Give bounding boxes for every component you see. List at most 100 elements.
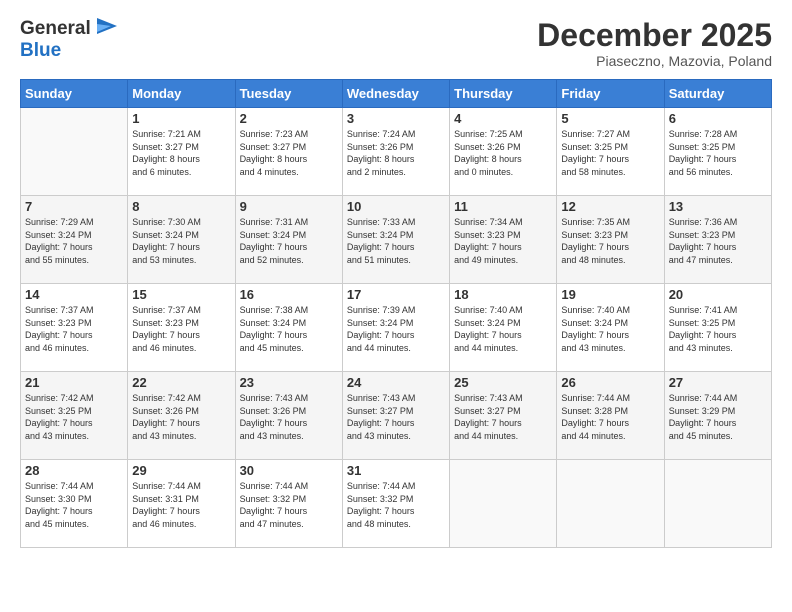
day-cell: 23 Sunrise: 7:43 AMSunset: 3:26 PMDayligh…	[235, 372, 342, 460]
day-number: 16	[240, 287, 338, 302]
day-number: 15	[132, 287, 230, 302]
calendar-subtitle: Piaseczno, Mazovia, Poland	[537, 53, 772, 69]
day-cell: 17 Sunrise: 7:39 AMSunset: 3:24 PMDayligh…	[342, 284, 449, 372]
day-cell: 1Sunrise: 7:21 AMSunset: 3:27 PMDaylight…	[128, 108, 235, 196]
day-cell: 14 Sunrise: 7:37 AMSunset: 3:23 PMDayligh…	[21, 284, 128, 372]
day-cell: 13Sunrise: 7:36 AMSunset: 3:23 PMDayligh…	[664, 196, 771, 284]
day-number: 22	[132, 375, 230, 390]
day-info: Sunrise: 7:36 AMSunset: 3:23 PMDaylight:…	[669, 216, 767, 266]
day-cell: 30 Sunrise: 7:44 AMSunset: 3:32 PMDayligh…	[235, 460, 342, 548]
day-info: Sunrise: 7:44 AMSunset: 3:32 PMDaylight:…	[240, 480, 338, 530]
header: General Blue December 2025 Piaseczno, Ma…	[20, 18, 772, 69]
day-number: 28	[25, 463, 123, 478]
day-number: 23	[240, 375, 338, 390]
col-monday: Monday	[128, 80, 235, 108]
calendar-title: December 2025	[537, 18, 772, 53]
day-info: Sunrise: 7:43 AMSunset: 3:27 PMDaylight:…	[454, 392, 552, 442]
day-number: 10	[347, 199, 445, 214]
calendar-table: Sunday Monday Tuesday Wednesday Thursday…	[20, 79, 772, 548]
day-cell: 15 Sunrise: 7:37 AMSunset: 3:23 PMDayligh…	[128, 284, 235, 372]
col-saturday: Saturday	[664, 80, 771, 108]
day-info: Sunrise: 7:43 AMSunset: 3:26 PMDaylight:…	[240, 392, 338, 442]
day-info: Sunrise: 7:44 AMSunset: 3:30 PMDaylight:…	[25, 480, 123, 530]
week-row-4: 21Sunrise: 7:42 AMSunset: 3:25 PMDayligh…	[21, 372, 772, 460]
col-wednesday: Wednesday	[342, 80, 449, 108]
day-cell: 9 Sunrise: 7:31 AMSunset: 3:24 PMDaylight…	[235, 196, 342, 284]
day-number: 27	[669, 375, 767, 390]
day-info: Sunrise: 7:37 AMSunset: 3:23 PMDaylight:…	[25, 304, 123, 354]
day-number: 14	[25, 287, 123, 302]
day-number: 6	[669, 111, 767, 126]
day-cell: 8 Sunrise: 7:30 AMSunset: 3:24 PMDaylight…	[128, 196, 235, 284]
day-number: 3	[347, 111, 445, 126]
day-number: 24	[347, 375, 445, 390]
day-cell: 5Sunrise: 7:27 AMSunset: 3:25 PMDaylight…	[557, 108, 664, 196]
day-number: 12	[561, 199, 659, 214]
day-cell	[664, 460, 771, 548]
header-row: Sunday Monday Tuesday Wednesday Thursday…	[21, 80, 772, 108]
day-number: 17	[347, 287, 445, 302]
day-cell: 4 Sunrise: 7:25 AMSunset: 3:26 PMDaylight…	[450, 108, 557, 196]
day-cell: 27 Sunrise: 7:44 AMSunset: 3:29 PMDayligh…	[664, 372, 771, 460]
logo-icon	[93, 18, 119, 40]
day-info: Sunrise: 7:37 AMSunset: 3:23 PMDaylight:…	[132, 304, 230, 354]
day-info: Sunrise: 7:38 AMSunset: 3:24 PMDaylight:…	[240, 304, 338, 354]
logo: General Blue	[20, 18, 119, 62]
day-number: 2	[240, 111, 338, 126]
col-sunday: Sunday	[21, 80, 128, 108]
week-row-2: 7 Sunrise: 7:29 AMSunset: 3:24 PMDaylight…	[21, 196, 772, 284]
page: General Blue December 2025 Piaseczno, Ma…	[0, 0, 792, 612]
day-number: 9	[240, 199, 338, 214]
day-cell: 24 Sunrise: 7:43 AMSunset: 3:27 PMDayligh…	[342, 372, 449, 460]
day-number: 25	[454, 375, 552, 390]
day-info: Sunrise: 7:23 AMSunset: 3:27 PMDaylight:…	[240, 128, 338, 178]
day-cell	[557, 460, 664, 548]
day-cell: 6Sunrise: 7:28 AMSunset: 3:25 PMDaylight…	[664, 108, 771, 196]
day-info: Sunrise: 7:40 AMSunset: 3:24 PMDaylight:…	[561, 304, 659, 354]
day-number: 19	[561, 287, 659, 302]
day-number: 18	[454, 287, 552, 302]
day-cell: 7 Sunrise: 7:29 AMSunset: 3:24 PMDaylight…	[21, 196, 128, 284]
logo-blue-text: Blue	[20, 40, 61, 62]
day-cell: 21Sunrise: 7:42 AMSunset: 3:25 PMDayligh…	[21, 372, 128, 460]
day-info: Sunrise: 7:39 AMSunset: 3:24 PMDaylight:…	[347, 304, 445, 354]
day-info: Sunrise: 7:25 AMSunset: 3:26 PMDaylight:…	[454, 128, 552, 178]
day-number: 7	[25, 199, 123, 214]
title-block: December 2025 Piaseczno, Mazovia, Poland	[537, 18, 772, 69]
day-number: 1	[132, 111, 230, 126]
day-cell: 22Sunrise: 7:42 AMSunset: 3:26 PMDayligh…	[128, 372, 235, 460]
logo-general-text: General	[20, 18, 91, 40]
day-number: 4	[454, 111, 552, 126]
day-info: Sunrise: 7:35 AMSunset: 3:23 PMDaylight:…	[561, 216, 659, 266]
day-info: Sunrise: 7:34 AMSunset: 3:23 PMDaylight:…	[454, 216, 552, 266]
day-cell: 18 Sunrise: 7:40 AMSunset: 3:24 PMDayligh…	[450, 284, 557, 372]
day-cell: 28 Sunrise: 7:44 AMSunset: 3:30 PMDayligh…	[21, 460, 128, 548]
day-cell: 19 Sunrise: 7:40 AMSunset: 3:24 PMDayligh…	[557, 284, 664, 372]
day-cell: 25 Sunrise: 7:43 AMSunset: 3:27 PMDayligh…	[450, 372, 557, 460]
day-number: 31	[347, 463, 445, 478]
day-cell: 26Sunrise: 7:44 AMSunset: 3:28 PMDayligh…	[557, 372, 664, 460]
day-cell: 11 Sunrise: 7:34 AMSunset: 3:23 PMDayligh…	[450, 196, 557, 284]
calendar-body: 1Sunrise: 7:21 AMSunset: 3:27 PMDaylight…	[21, 108, 772, 548]
day-number: 8	[132, 199, 230, 214]
col-thursday: Thursday	[450, 80, 557, 108]
day-info: Sunrise: 7:33 AMSunset: 3:24 PMDaylight:…	[347, 216, 445, 266]
day-number: 29	[132, 463, 230, 478]
day-info: Sunrise: 7:40 AMSunset: 3:24 PMDaylight:…	[454, 304, 552, 354]
day-info: Sunrise: 7:44 AMSunset: 3:29 PMDaylight:…	[669, 392, 767, 442]
day-number: 11	[454, 199, 552, 214]
day-cell: 20Sunrise: 7:41 AMSunset: 3:25 PMDayligh…	[664, 284, 771, 372]
day-cell: 31 Sunrise: 7:44 AMSunset: 3:32 PMDayligh…	[342, 460, 449, 548]
day-info: Sunrise: 7:44 AMSunset: 3:32 PMDaylight:…	[347, 480, 445, 530]
day-number: 30	[240, 463, 338, 478]
day-cell	[450, 460, 557, 548]
day-number: 5	[561, 111, 659, 126]
calendar-header: Sunday Monday Tuesday Wednesday Thursday…	[21, 80, 772, 108]
day-info: Sunrise: 7:30 AMSunset: 3:24 PMDaylight:…	[132, 216, 230, 266]
day-info: Sunrise: 7:43 AMSunset: 3:27 PMDaylight:…	[347, 392, 445, 442]
day-info: Sunrise: 7:44 AMSunset: 3:31 PMDaylight:…	[132, 480, 230, 530]
day-info: Sunrise: 7:29 AMSunset: 3:24 PMDaylight:…	[25, 216, 123, 266]
day-cell: 3Sunrise: 7:24 AMSunset: 3:26 PMDaylight…	[342, 108, 449, 196]
day-info: Sunrise: 7:31 AMSunset: 3:24 PMDaylight:…	[240, 216, 338, 266]
day-cell: 29 Sunrise: 7:44 AMSunset: 3:31 PMDayligh…	[128, 460, 235, 548]
